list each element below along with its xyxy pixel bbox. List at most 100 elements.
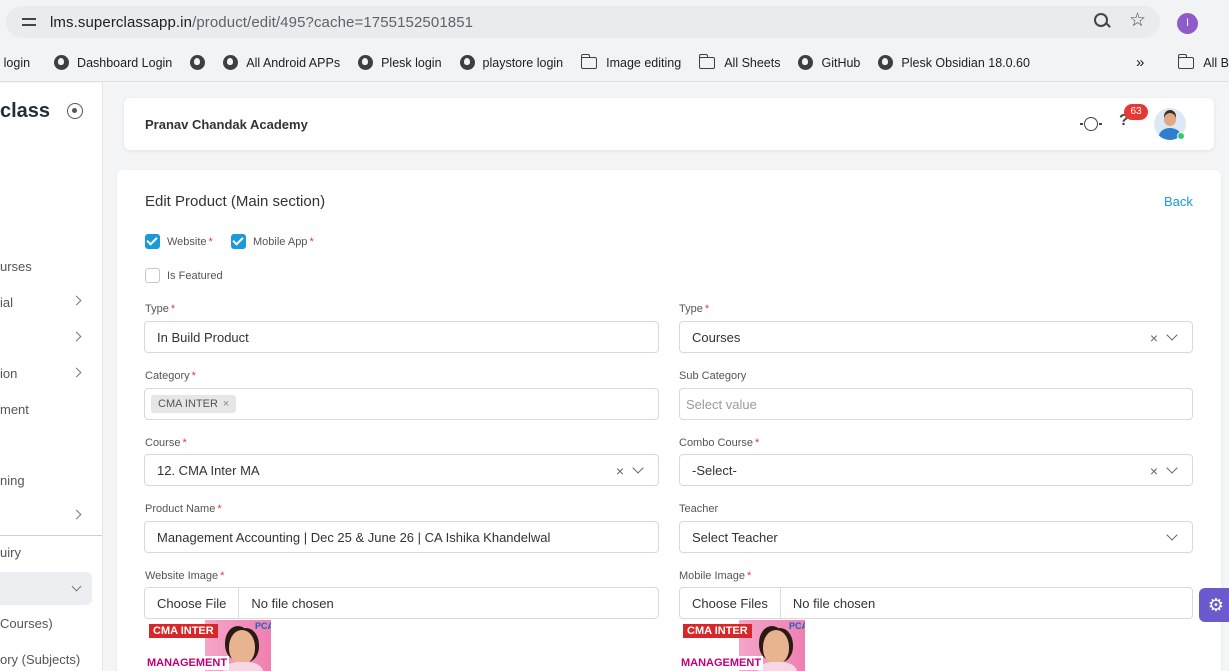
bookmark-item[interactable]: playstore login (459, 55, 564, 70)
clear-icon[interactable]: × (1150, 463, 1158, 479)
category-chip-label: CMA INTER (158, 398, 218, 410)
theme-toggle-icon[interactable] (1080, 117, 1102, 131)
folder-icon (698, 53, 716, 69)
subcategory-select[interactable]: Select value (679, 388, 1193, 420)
mobile-image-file-input[interactable]: Choose Files No file chosen (679, 587, 1193, 619)
bookmark-label: Image editing (606, 55, 682, 70)
chevron-right-icon[interactable] (71, 509, 82, 520)
category-label-text: Category (145, 370, 190, 382)
product-name-label: Product Name * (145, 503, 222, 515)
required-marker: * (182, 437, 187, 449)
clear-icon[interactable]: × (616, 463, 624, 479)
bookmark-label: Plesk Obsidian 18.0.60 (901, 55, 1030, 70)
required-marker: * (754, 437, 760, 449)
combo-course-select[interactable]: -Select- × (679, 454, 1193, 486)
clear-icon[interactable]: × (1150, 330, 1158, 346)
course-label: Course * (145, 437, 187, 449)
bookmarks-overflow-icon[interactable]: » (1136, 54, 1144, 71)
bookmark-item[interactable]: r login (0, 56, 30, 70)
teacher-label: Teacher (679, 503, 719, 515)
folder-icon (580, 53, 598, 69)
url-host: lms.superclassapp.in (50, 13, 193, 31)
combo-course-label: Combo Course * (679, 437, 759, 449)
bookmark-item[interactable]: Plesk login (358, 55, 442, 70)
app-logo[interactable]: class (0, 100, 50, 123)
sidebar-subitem[interactable]: ory (Subjects) (0, 652, 80, 667)
sidebar-item[interactable]: ment (0, 402, 29, 417)
type-input[interactable]: In Build Product (144, 321, 659, 353)
sidebar-subitem[interactable]: Courses) (0, 616, 53, 631)
online-status-dot (1177, 132, 1185, 140)
mobile-image-label-text: Mobile Image (679, 570, 746, 582)
chevron-down-icon[interactable] (1166, 462, 1178, 474)
globe-icon (459, 55, 475, 70)
profile-avatar[interactable]: I (1177, 13, 1198, 34)
required-marker: * (208, 235, 213, 248)
bookmark-folder[interactable]: All Sheets (698, 53, 780, 70)
sidebar-item[interactable]: ning (0, 473, 25, 488)
sidebar-item[interactable]: urses (0, 259, 32, 274)
product-name-input[interactable]: Management Accounting | Dec 25 & June 26… (144, 521, 659, 553)
preview-tag: CMA INTER (683, 624, 752, 638)
all-bookmarks-folder[interactable]: All Bookmarks (1177, 53, 1229, 70)
bookmark-item[interactable]: Dashboard Login (54, 55, 172, 70)
type-value: In Build Product (157, 329, 249, 345)
url-text[interactable]: lms.superclassapp.in/product/edit/495?ca… (50, 14, 473, 31)
chevron-right-icon[interactable] (71, 331, 82, 342)
required-marker: * (309, 235, 314, 248)
file-status: No file chosen (792, 595, 876, 611)
chevron-down-icon[interactable] (1166, 529, 1178, 541)
choose-files-button[interactable]: Choose Files (680, 588, 781, 618)
category-multiselect[interactable]: CMA INTER × (144, 388, 659, 420)
chip-remove-icon[interactable]: × (223, 398, 229, 410)
type-select[interactable]: Courses × (679, 321, 1193, 353)
preview-tag: CMA INTER (149, 624, 218, 638)
sidebar-item[interactable]: ion (0, 366, 17, 381)
teacher-select[interactable]: Select Teacher (679, 521, 1193, 553)
preview-logo: PCA (255, 621, 271, 631)
teacher-value: Select Teacher (692, 529, 778, 545)
sidebar-pin-icon[interactable] (67, 103, 83, 119)
subcategory-placeholder: Select value (686, 396, 757, 412)
is-featured-checkbox[interactable] (145, 268, 160, 283)
academy-name: Pranav Chandak Academy (145, 117, 308, 132)
gear-icon: ⚙ (1207, 594, 1225, 615)
sidebar-item[interactable]: ial (0, 295, 13, 310)
course-label-text: Course (145, 437, 181, 449)
chevron-right-icon (71, 367, 82, 378)
subcategory-label: Sub Category (679, 370, 747, 382)
featured-checkbox-row: Is Featured (145, 268, 223, 283)
bookmark-folder[interactable]: Image editing (580, 53, 682, 70)
bookmark-item[interactable]: Plesk Obsidian 18.0.60 (878, 55, 1030, 70)
zoom-icon[interactable] (1093, 12, 1111, 30)
chevron-down-icon[interactable] (1166, 329, 1178, 341)
mobile-app-checkbox[interactable] (231, 234, 246, 249)
folder-icon (1177, 53, 1195, 69)
back-link[interactable]: Back (1164, 194, 1193, 209)
website-checkbox[interactable] (145, 234, 160, 249)
course-select[interactable]: 12. CMA Inter MA × (144, 454, 659, 486)
settings-button[interactable]: ⚙ (1199, 588, 1229, 622)
mobile-checkbox-row: Mobile App * (231, 234, 314, 249)
product-name-label-text: Product Name (145, 503, 216, 515)
site-settings-icon[interactable] (22, 15, 36, 29)
address-bar[interactable]: lms.superclassapp.in/product/edit/495?ca… (6, 6, 1160, 38)
preview-title: MANAGEMENT (145, 656, 230, 670)
bookmark-label: playstore login (482, 55, 564, 70)
chevron-right-icon (71, 295, 82, 306)
mobile-image-preview: CMA INTER MANAGEMENT PCA (679, 620, 805, 671)
required-marker: * (170, 303, 176, 315)
sidebar-item[interactable]: uiry (0, 545, 21, 560)
type-label-text: Type (145, 303, 169, 315)
bookmark-item[interactable] (190, 55, 213, 70)
website-image-file-input[interactable]: Choose File No file chosen (144, 587, 659, 619)
bookmark-star-icon[interactable]: ☆ (1129, 11, 1146, 30)
website-image-label-text: Website Image (145, 570, 219, 582)
chevron-down-icon[interactable] (632, 462, 644, 474)
bookmark-item[interactable]: GitHub (798, 55, 860, 70)
choose-file-button[interactable]: Choose File (145, 588, 240, 618)
edit-product-form: Edit Product (Main section) Back Website… (117, 170, 1221, 671)
required-marker: * (747, 570, 752, 582)
bookmark-item[interactable]: All Android APPs (223, 55, 340, 70)
combo-label-text: Combo Course (679, 437, 753, 449)
